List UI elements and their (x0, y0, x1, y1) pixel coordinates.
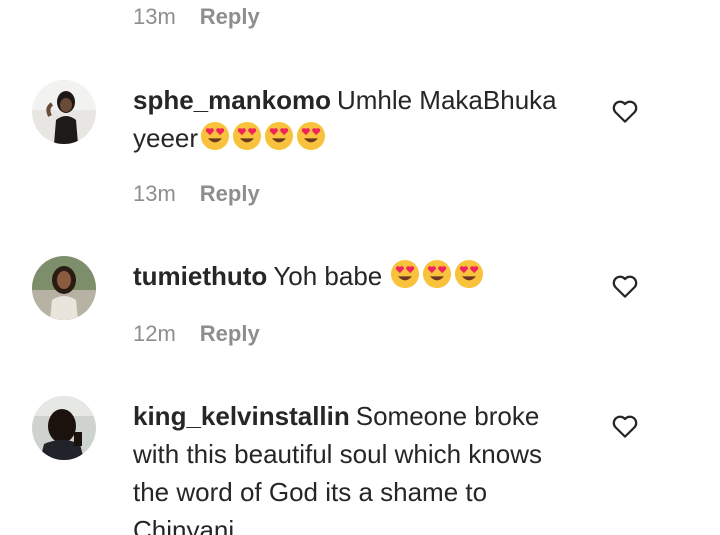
comment-meta-top: 13m Reply (133, 4, 260, 30)
smiling-face-with-heart-eyes-icon (390, 259, 420, 289)
avatar[interactable] (32, 256, 96, 320)
smiling-face-with-heart-eyes-icon (422, 259, 452, 289)
reply-button[interactable]: Reply (200, 4, 260, 30)
heart-outline-icon[interactable] (610, 271, 640, 301)
comment-body: Yoh babe (273, 261, 383, 291)
comment-username[interactable]: tumiethuto (133, 261, 267, 291)
comment-username[interactable]: king_kelvinstallin (133, 401, 350, 431)
avatar[interactable] (32, 396, 96, 460)
smiling-face-with-heart-eyes-icon (232, 121, 262, 151)
comment-username[interactable]: sphe_mankomo (133, 85, 331, 115)
smiling-face-with-heart-eyes-icon (264, 121, 294, 151)
comment-text: tumiethuto Yoh babe (133, 257, 583, 295)
avatar[interactable] (32, 80, 96, 144)
heart-outline-icon[interactable] (610, 411, 640, 441)
comment-body-line2: yeeer (133, 123, 199, 153)
smiling-face-with-heart-eyes-icon (454, 259, 484, 289)
heart-outline-icon[interactable] (610, 96, 640, 126)
smiling-face-with-heart-eyes-icon (200, 121, 230, 151)
emoji-group (388, 259, 484, 291)
comment-text: sphe_mankomo Umhle MakaBhuka yeeer (133, 81, 583, 157)
reply-button[interactable]: Reply (200, 321, 260, 347)
reply-button[interactable]: Reply (200, 181, 260, 207)
comment-time: 13m (133, 4, 176, 29)
comment-meta: 12m Reply (133, 321, 260, 347)
comment-body-line1: Umhle MakaBhuka (336, 85, 557, 115)
comment-text: king_kelvinstallin Someone broke with thi… (133, 397, 583, 535)
comment-time: 13m (133, 181, 176, 206)
smiling-face-with-heart-eyes-icon (296, 121, 326, 151)
comment-meta: 13m Reply (133, 181, 260, 207)
comments-list: 13m Reply sphe_mankomo Umhle MakaBhuka ye… (0, 0, 720, 535)
emoji-group (198, 121, 326, 153)
comment-time: 12m (133, 321, 176, 346)
